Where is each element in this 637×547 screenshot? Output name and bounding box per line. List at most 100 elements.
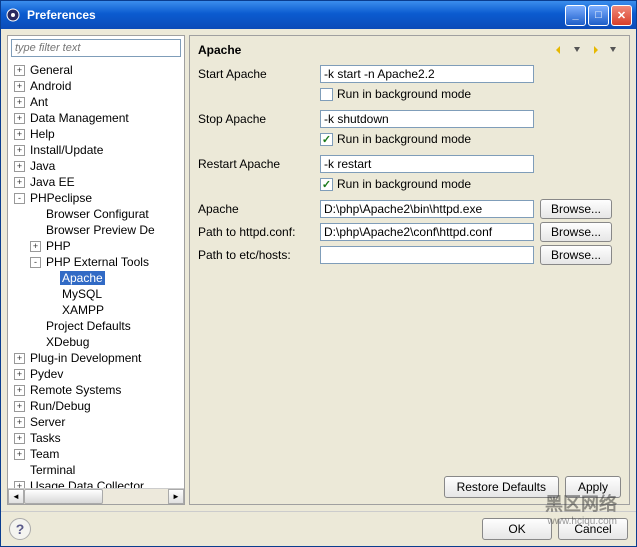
- restart-apache-input[interactable]: [320, 155, 534, 173]
- expand-icon[interactable]: +: [14, 353, 25, 364]
- expand-icon[interactable]: +: [30, 241, 41, 252]
- tree-item-label: Project Defaults: [44, 319, 133, 333]
- maximize-button[interactable]: □: [588, 5, 609, 26]
- forward-menu-icon[interactable]: [605, 42, 621, 58]
- expand-icon[interactable]: +: [14, 81, 25, 92]
- tree-item[interactable]: +Help: [8, 126, 184, 142]
- tree-item-label: Browser Preview De: [44, 223, 157, 237]
- scroll-left-button[interactable]: ◄: [8, 489, 24, 504]
- tree-item-label: Server: [28, 415, 67, 429]
- back-icon[interactable]: [551, 42, 567, 58]
- tree-item-label: XDebug: [44, 335, 91, 349]
- tree-item[interactable]: Terminal: [8, 462, 184, 478]
- tree-item[interactable]: +Tasks: [8, 430, 184, 446]
- scroll-track[interactable]: [24, 489, 168, 504]
- tree-item[interactable]: -PHP External Tools: [8, 254, 184, 270]
- tree-item-label: Tasks: [28, 431, 63, 445]
- tree-item[interactable]: +Java: [8, 158, 184, 174]
- expand-icon[interactable]: +: [14, 449, 25, 460]
- filter-input[interactable]: [11, 39, 181, 57]
- tree-item[interactable]: Browser Configurat: [8, 206, 184, 222]
- collapse-icon[interactable]: -: [30, 257, 41, 268]
- preferences-tree[interactable]: +General+Android+Ant+Data Management+Hel…: [8, 60, 184, 488]
- tree-item[interactable]: +PHP: [8, 238, 184, 254]
- expand-icon[interactable]: +: [14, 385, 25, 396]
- expand-icon[interactable]: +: [14, 369, 25, 380]
- scroll-right-button[interactable]: ►: [168, 489, 184, 504]
- ok-button[interactable]: OK: [482, 518, 552, 540]
- expand-icon[interactable]: +: [14, 97, 25, 108]
- nav-arrows: [551, 42, 621, 58]
- tree-item-label: Team: [28, 447, 61, 461]
- horizontal-scrollbar[interactable]: ◄ ►: [8, 488, 184, 504]
- start-apache-input[interactable]: [320, 65, 534, 83]
- hosts-browse-button[interactable]: Browse...: [540, 245, 612, 265]
- expand-icon[interactable]: +: [14, 161, 25, 172]
- expand-icon[interactable]: +: [14, 401, 25, 412]
- expand-icon[interactable]: +: [14, 177, 25, 188]
- content-area: +General+Android+Ant+Data Management+Hel…: [1, 29, 636, 511]
- tree-item[interactable]: Browser Preview De: [8, 222, 184, 238]
- scroll-thumb[interactable]: [24, 489, 103, 504]
- restart-apache-label: Restart Apache: [198, 157, 320, 171]
- stop-bg-checkbox[interactable]: ✓: [320, 133, 333, 146]
- tree-item[interactable]: Apache: [8, 270, 184, 286]
- tree-item[interactable]: +Run/Debug: [8, 398, 184, 414]
- hosts-path-label: Path to etc/hosts:: [198, 248, 320, 262]
- tree-item[interactable]: -PHPeclipse: [8, 190, 184, 206]
- apply-button[interactable]: Apply: [565, 476, 621, 498]
- expand-icon[interactable]: +: [14, 145, 25, 156]
- tree-item[interactable]: +General: [8, 62, 184, 78]
- expand-icon[interactable]: +: [14, 481, 25, 489]
- settings-pane: Apache Start Apache Run in background mo…: [189, 35, 630, 505]
- tree-item[interactable]: Project Defaults: [8, 318, 184, 334]
- tree-item-label: Java: [28, 159, 57, 173]
- stop-apache-label: Stop Apache: [198, 112, 320, 126]
- stop-apache-input[interactable]: [320, 110, 534, 128]
- tree-item-label: Java EE: [28, 175, 77, 189]
- tree-item[interactable]: XAMPP: [8, 302, 184, 318]
- restart-bg-checkbox[interactable]: ✓: [320, 178, 333, 191]
- tree-item[interactable]: +Java EE: [8, 174, 184, 190]
- close-button[interactable]: ✕: [611, 5, 632, 26]
- tree-item[interactable]: +Team: [8, 446, 184, 462]
- forward-icon[interactable]: [587, 42, 603, 58]
- httpd-path-input[interactable]: [320, 223, 534, 241]
- pane-buttons: Restore Defaults Apply: [198, 468, 621, 498]
- window-controls: _ □ ✕: [565, 5, 632, 26]
- footer-buttons: OK Cancel: [482, 518, 628, 540]
- minimize-button[interactable]: _: [565, 5, 586, 26]
- tree-item-label: Browser Configurat: [44, 207, 151, 221]
- apache-path-input[interactable]: [320, 200, 534, 218]
- window-title: Preferences: [27, 8, 565, 22]
- back-menu-icon[interactable]: [569, 42, 585, 58]
- start-bg-checkbox[interactable]: [320, 88, 333, 101]
- tree-item[interactable]: +Plug-in Development: [8, 350, 184, 366]
- tree-item[interactable]: +Install/Update: [8, 142, 184, 158]
- tree-item-label: Ant: [28, 95, 50, 109]
- collapse-icon[interactable]: -: [14, 193, 25, 204]
- tree-item[interactable]: +Server: [8, 414, 184, 430]
- tree-item-label: Usage Data Collector: [28, 479, 146, 488]
- cancel-button[interactable]: Cancel: [558, 518, 628, 540]
- form-area: Start Apache Run in background mode Stop…: [198, 64, 621, 468]
- tree-item[interactable]: +Pydev: [8, 366, 184, 382]
- tree-item[interactable]: +Android: [8, 78, 184, 94]
- tree-item[interactable]: +Ant: [8, 94, 184, 110]
- tree-item[interactable]: +Remote Systems: [8, 382, 184, 398]
- pane-title: Apache: [198, 43, 551, 57]
- hosts-path-input[interactable]: [320, 246, 534, 264]
- expand-icon[interactable]: +: [14, 129, 25, 140]
- tree-item[interactable]: +Usage Data Collector: [8, 478, 184, 488]
- expand-icon[interactable]: +: [14, 113, 25, 124]
- tree-item[interactable]: MySQL: [8, 286, 184, 302]
- restore-defaults-button[interactable]: Restore Defaults: [444, 476, 559, 498]
- help-icon[interactable]: ?: [9, 518, 31, 540]
- expand-icon[interactable]: +: [14, 433, 25, 444]
- expand-icon[interactable]: +: [14, 417, 25, 428]
- apache-browse-button[interactable]: Browse...: [540, 199, 612, 219]
- tree-item[interactable]: XDebug: [8, 334, 184, 350]
- httpd-browse-button[interactable]: Browse...: [540, 222, 612, 242]
- expand-icon[interactable]: +: [14, 65, 25, 76]
- tree-item[interactable]: +Data Management: [8, 110, 184, 126]
